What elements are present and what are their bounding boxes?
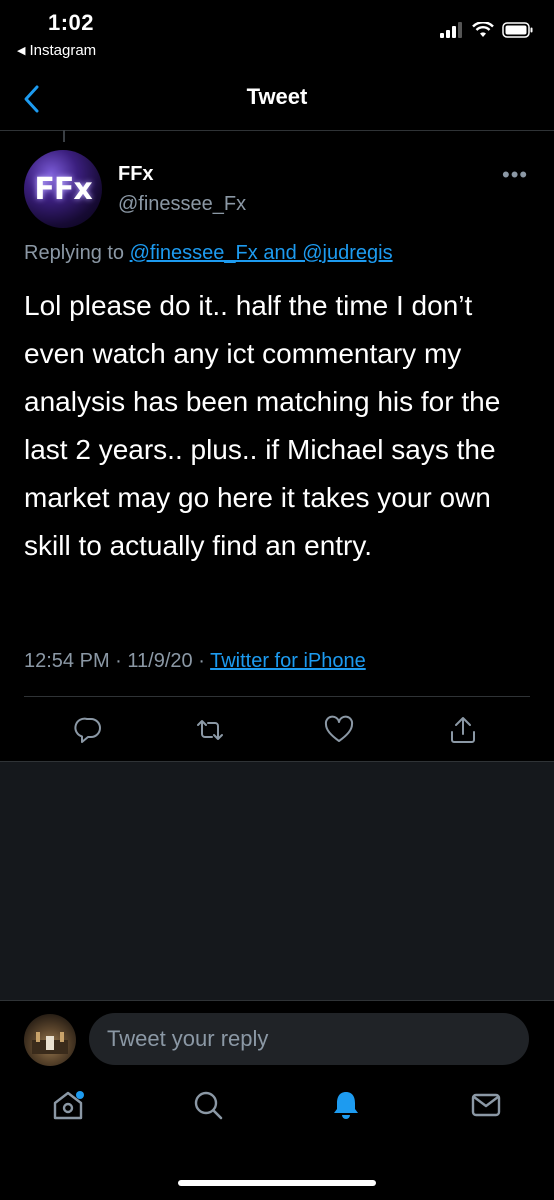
meta-separator: ·	[115, 650, 122, 672]
author-handle[interactable]: @finessee_Fx	[118, 193, 246, 216]
reply-bar-divider	[0, 1000, 554, 1001]
replying-prefix: Replying to	[24, 242, 125, 264]
notifications-icon	[334, 1092, 358, 1119]
cellular-signal-icon	[440, 22, 462, 38]
tweet-text: Lol please do it.. half the time I don’t…	[24, 290, 501, 561]
bottom-tab-bar	[0, 1085, 554, 1145]
tab-notifications[interactable]	[326, 1085, 366, 1125]
wifi-icon	[472, 22, 494, 37]
more-horizontal-icon: •••	[502, 162, 529, 187]
search-icon	[194, 1091, 223, 1120]
share-icon	[451, 717, 475, 743]
back-app-label: Instagram	[29, 42, 97, 59]
header-divider	[0, 130, 554, 131]
reply-button[interactable]	[71, 712, 107, 748]
reply-placeholder: Tweet your reply	[107, 1026, 269, 1051]
retweet-button[interactable]	[192, 712, 228, 748]
share-button[interactable]	[445, 712, 481, 748]
avatar-logo-text: FFx	[34, 171, 92, 207]
tweet-date: 11/9/20	[127, 650, 193, 672]
replying-targets-link[interactable]: @finessee_Fx and @judregis	[130, 242, 393, 264]
status-time: 1:02	[48, 10, 95, 35]
thread-connector-line	[63, 130, 65, 142]
avatar-photo	[32, 1032, 68, 1054]
author-avatar[interactable]: FFx	[24, 150, 102, 228]
tab-home[interactable]	[48, 1085, 88, 1125]
tab-messages[interactable]	[466, 1085, 506, 1125]
battery-icon	[502, 22, 533, 38]
home-indicator	[178, 1180, 376, 1186]
more-options-button[interactable]: •••	[502, 162, 528, 188]
meta-divider	[24, 696, 530, 697]
replying-to-line: Replying to @finessee_Fx and @judregis	[24, 242, 393, 265]
tweet-time: 12:54 PM	[24, 650, 110, 672]
author-name[interactable]: FFx	[118, 163, 154, 186]
tweet-reply-input[interactable]: Tweet your reply	[89, 1013, 529, 1065]
like-icon	[324, 715, 354, 742]
reply-icon	[74, 717, 101, 743]
messages-icon	[471, 1093, 501, 1117]
back-triangle-icon: ◀	[17, 45, 26, 57]
back-to-app-link[interactable]: ◀ Instagram	[17, 42, 96, 59]
like-button[interactable]	[321, 712, 357, 748]
tweet-actions-bar	[0, 712, 554, 752]
empty-replies-area	[0, 762, 554, 1000]
retweet-icon	[197, 720, 223, 740]
meta-separator: ·	[198, 650, 205, 672]
tweet-source-link[interactable]: Twitter for iPhone	[210, 650, 366, 672]
page-title: Tweet	[246, 84, 308, 109]
status-icons	[440, 22, 534, 38]
tweet-meta: 12:54 PM · 11/9/20 · Twitter for iPhone	[24, 650, 366, 673]
home-new-indicator-dot	[76, 1091, 84, 1099]
user-avatar[interactable]	[24, 1014, 76, 1066]
tab-search[interactable]	[188, 1085, 228, 1125]
